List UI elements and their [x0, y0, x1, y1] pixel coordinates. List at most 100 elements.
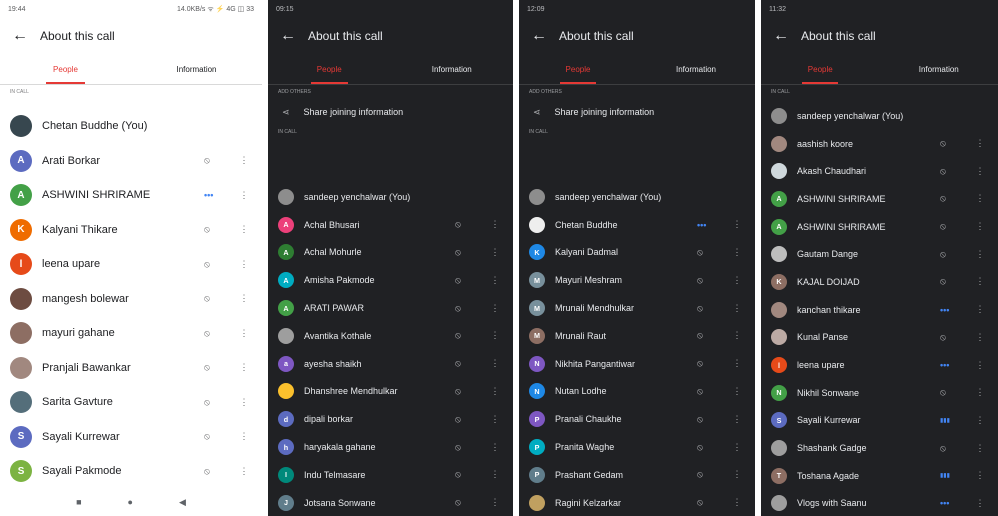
participant-row[interactable]: Sarita Gavture ⦸ ⋮	[0, 385, 262, 420]
more-options-icon[interactable]: ⋮	[236, 259, 252, 270]
tab-people[interactable]: People	[0, 54, 131, 84]
participant-row[interactable]: kanchan thikare ••• ⋮	[761, 296, 998, 324]
share-joining-info-button[interactable]: ⋖ Share joining information	[519, 99, 755, 125]
more-options-icon[interactable]: ⋮	[972, 470, 988, 481]
participant-row[interactable]: P Pranali Chaukhe ⦸ ⋮	[519, 405, 755, 433]
participant-row[interactable]: A Arati Borkar ⦸ ⋮	[0, 144, 262, 179]
participant-row[interactable]: A ASHWINI SHRIRAME ⦸ ⋮	[761, 213, 998, 241]
more-options-icon[interactable]: ⋮	[487, 219, 503, 230]
more-options-icon[interactable]: ⋮	[236, 155, 252, 166]
participant-row[interactable]: A ASHWINI SHRIRAME ⦸ ⋮	[761, 185, 998, 213]
participant-row[interactable]: A ASHWINI SHRIRAME ••• ⋮	[0, 178, 262, 213]
participant-row[interactable]: Akash Chaudhari ⦸ ⋮	[761, 157, 998, 185]
back-arrow-icon[interactable]: ←	[519, 27, 559, 45]
more-options-icon[interactable]: ⋮	[487, 469, 503, 480]
participant-row[interactable]: I Indu Telmasare ⦸ ⋮	[268, 461, 513, 489]
participant-row[interactable]: l leena upare ⦸ ⋮	[0, 247, 262, 282]
more-options-icon[interactable]: ⋮	[972, 276, 988, 287]
more-options-icon[interactable]: ⋮	[729, 497, 745, 508]
participant-row[interactable]: aashish koore ⦸ ⋮	[761, 130, 998, 158]
participant-row[interactable]: Vlogs with Saanu ••• ⋮	[761, 490, 998, 516]
participant-row[interactable]: P Prashant Gedam ⦸ ⋮	[519, 461, 755, 489]
more-options-icon[interactable]: ⋮	[729, 303, 745, 314]
participant-row[interactable]: N Nutan Lodhe ⦸ ⋮	[519, 378, 755, 406]
more-options-icon[interactable]: ⋮	[487, 442, 503, 453]
more-options-icon[interactable]: ⋮	[729, 442, 745, 453]
share-joining-info-button[interactable]: ⋖ Share joining information	[268, 99, 513, 125]
more-options-icon[interactable]: ⋮	[729, 469, 745, 480]
participant-row[interactable]: Pranjali Bawankar ⦸ ⋮	[0, 351, 262, 386]
more-options-icon[interactable]: ⋮	[972, 221, 988, 232]
more-options-icon[interactable]: ⋮	[972, 193, 988, 204]
more-options-icon[interactable]: ⋮	[487, 247, 503, 258]
participant-row[interactable]: sandeep yenchalwar (You)	[761, 102, 998, 130]
more-options-icon[interactable]: ⋮	[236, 362, 252, 373]
participant-row[interactable]: Ragini Kelzarkar ⦸ ⋮	[519, 489, 755, 516]
more-options-icon[interactable]: ⋮	[972, 498, 988, 509]
participant-row[interactable]: M Mrunali Raut ⦸ ⋮	[519, 322, 755, 350]
participant-row[interactable]: Gautam Dange ⦸ ⋮	[761, 240, 998, 268]
participant-row[interactable]: A Amisha Pakmode ⦸ ⋮	[268, 266, 513, 294]
participant-row[interactable]: N Nikhil Sonwane ⦸ ⋮	[761, 379, 998, 407]
more-options-icon[interactable]: ⋮	[729, 330, 745, 341]
participant-row[interactable]: S Sayali Kurrewar ▮▮▮ ⋮	[761, 407, 998, 435]
more-options-icon[interactable]: ⋮	[236, 431, 252, 442]
participant-row[interactable]: A Achal Mohurle ⦸ ⋮	[268, 239, 513, 267]
participant-row[interactable]: l leena upare ••• ⋮	[761, 351, 998, 379]
participant-row[interactable]: K Kalyani Thikare ⦸ ⋮	[0, 213, 262, 248]
home-icon[interactable]: ●	[128, 497, 133, 507]
more-options-icon[interactable]: ⋮	[972, 387, 988, 398]
tab-people[interactable]: People	[519, 54, 637, 84]
more-options-icon[interactable]: ⋮	[236, 328, 252, 339]
participant-row[interactable]: S Sayali Kurrewar ⦸ ⋮	[0, 420, 262, 455]
more-options-icon[interactable]: ⋮	[729, 275, 745, 286]
recents-icon[interactable]: ■	[76, 497, 81, 507]
participant-row[interactable]: h haryakala gahane ⦸ ⋮	[268, 433, 513, 461]
participant-row[interactable]: d dipali borkar ⦸ ⋮	[268, 405, 513, 433]
participant-row[interactable]: sandeep yenchalwar (You)	[268, 183, 513, 211]
back-nav-icon[interactable]: ◀	[179, 497, 186, 508]
participant-row[interactable]: P Pranita Waghe ⦸ ⋮	[519, 433, 755, 461]
participant-row[interactable]: Avantika Kothale ⦸ ⋮	[268, 322, 513, 350]
more-options-icon[interactable]: ⋮	[487, 386, 503, 397]
tab-people[interactable]: People	[268, 54, 391, 84]
more-options-icon[interactable]: ⋮	[729, 358, 745, 369]
participant-row[interactable]: Kunal Panse ⦸ ⋮	[761, 324, 998, 352]
more-options-icon[interactable]: ⋮	[236, 466, 252, 477]
participant-row[interactable]: A Achal Bhusari ⦸ ⋮	[268, 211, 513, 239]
more-options-icon[interactable]: ⋮	[236, 190, 252, 201]
participant-row[interactable]: M Mrunali Mendhulkar ⦸ ⋮	[519, 294, 755, 322]
more-options-icon[interactable]: ⋮	[487, 358, 503, 369]
participant-row[interactable]: Chetan Buddhe (You)	[0, 109, 262, 144]
more-options-icon[interactable]: ⋮	[972, 138, 988, 149]
more-options-icon[interactable]: ⋮	[487, 330, 503, 341]
participant-row[interactable]: a ayesha shaikh ⦸ ⋮	[268, 350, 513, 378]
more-options-icon[interactable]: ⋮	[487, 303, 503, 314]
tab-people[interactable]: People	[761, 54, 880, 84]
more-options-icon[interactable]: ⋮	[729, 219, 745, 230]
participant-row[interactable]: Dhanshree Mendhulkar ⦸ ⋮	[268, 378, 513, 406]
more-options-icon[interactable]: ⋮	[487, 497, 503, 508]
back-arrow-icon[interactable]: ←	[0, 27, 40, 45]
participant-row[interactable]: K Kalyani Dadmal ⦸ ⋮	[519, 239, 755, 267]
participant-row[interactable]: S Sayali Pakmode ⦸ ⋮	[0, 454, 262, 489]
more-options-icon[interactable]: ⋮	[972, 249, 988, 260]
more-options-icon[interactable]: ⋮	[236, 397, 252, 408]
more-options-icon[interactable]: ⋮	[729, 247, 745, 258]
more-options-icon[interactable]: ⋮	[487, 414, 503, 425]
participant-row[interactable]: K KAJAL DOIJAD ⦸ ⋮	[761, 268, 998, 296]
more-options-icon[interactable]: ⋮	[487, 275, 503, 286]
more-options-icon[interactable]: ⋮	[236, 224, 252, 235]
more-options-icon[interactable]: ⋮	[972, 166, 988, 177]
back-arrow-icon[interactable]: ←	[268, 27, 308, 45]
participant-row[interactable]: mayuri gahane ⦸ ⋮	[0, 316, 262, 351]
tab-information[interactable]: Information	[880, 54, 998, 84]
participant-row[interactable]: T Toshana Agade ▮▮▮ ⋮	[761, 462, 998, 490]
participant-row[interactable]: N Nikhita Pangantiwar ⦸ ⋮	[519, 350, 755, 378]
more-options-icon[interactable]: ⋮	[236, 293, 252, 304]
tab-information[interactable]: Information	[391, 54, 514, 84]
more-options-icon[interactable]: ⋮	[729, 386, 745, 397]
tab-information[interactable]: Information	[131, 54, 262, 84]
participant-row[interactable]: J Jotsana Sonwane ⦸ ⋮	[268, 489, 513, 516]
participant-row[interactable]: Shashank Gadge ⦸ ⋮	[761, 434, 998, 462]
